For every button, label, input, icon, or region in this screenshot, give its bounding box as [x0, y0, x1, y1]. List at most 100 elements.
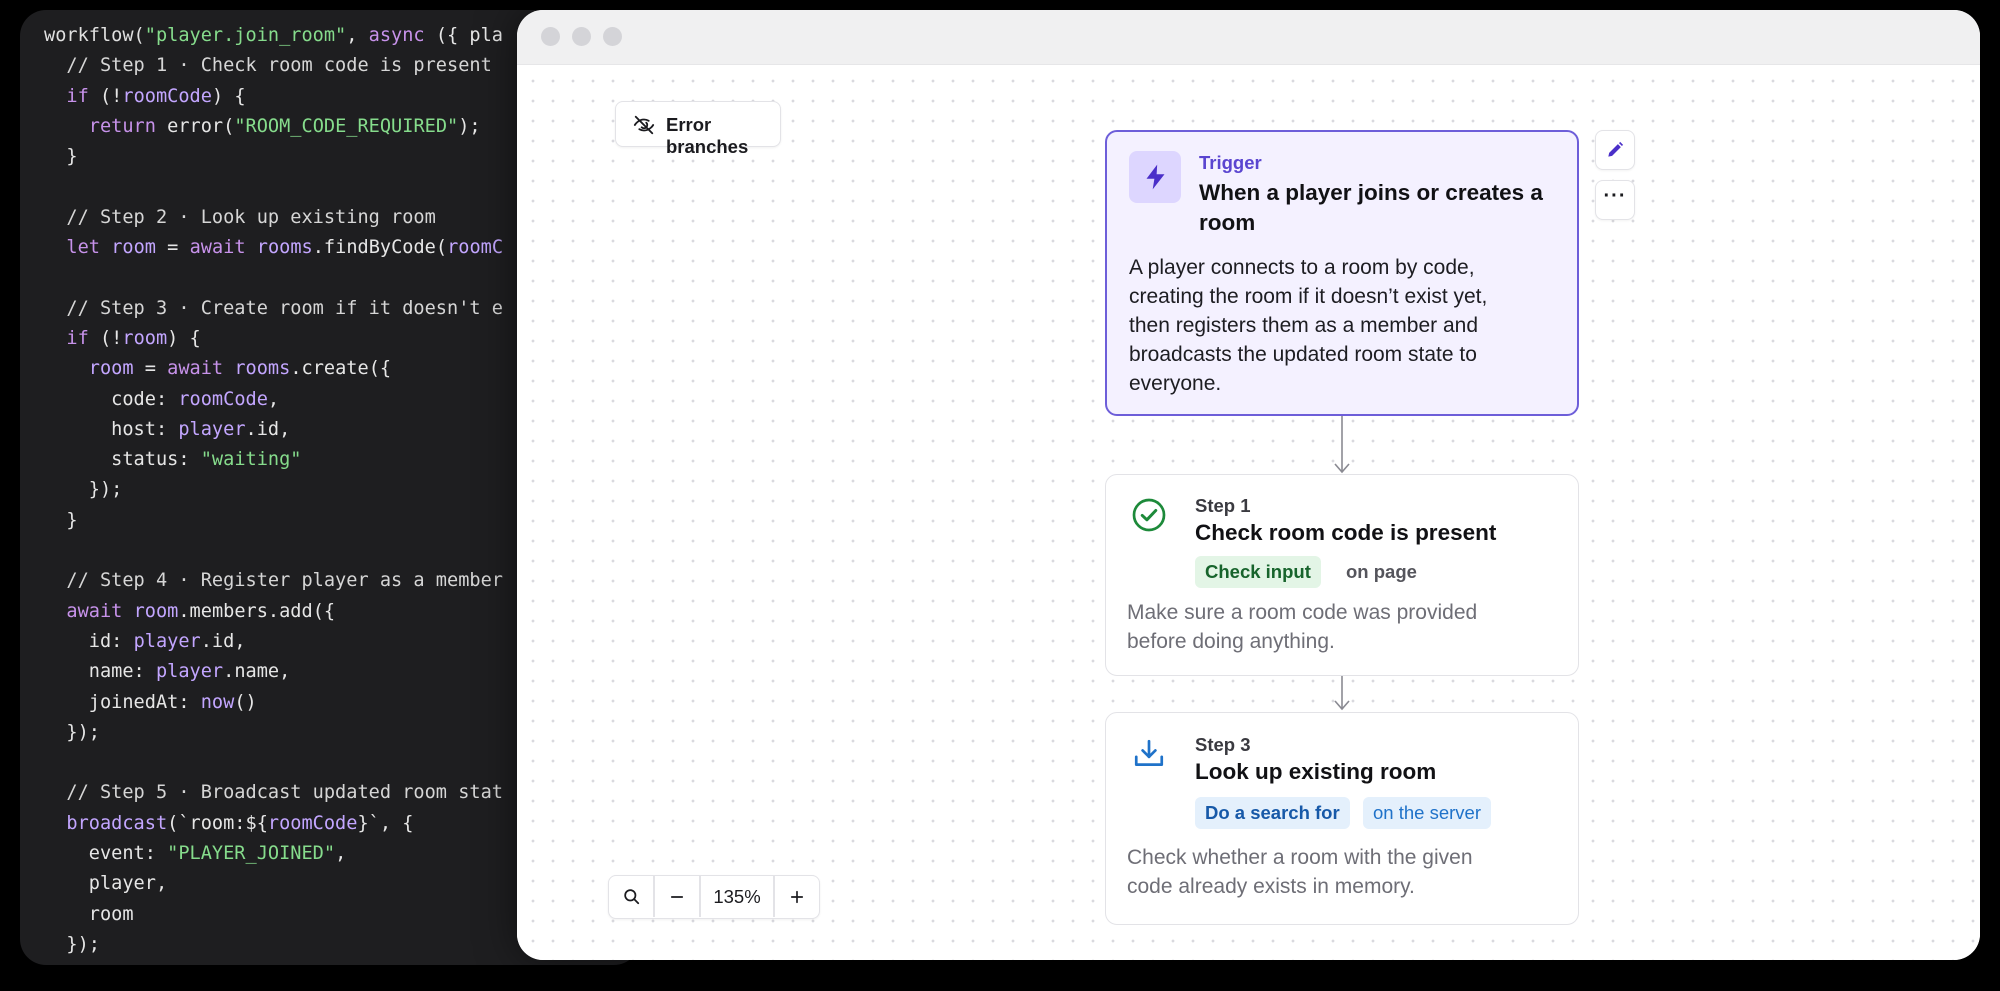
- code-line: if (!roomCode) {: [44, 82, 503, 112]
- code-token: player,: [44, 873, 168, 895]
- code-token: player: [155, 661, 224, 683]
- more-options-button[interactable]: ···: [1595, 180, 1635, 220]
- code-block[interactable]: workflow("player.join_room", async ({ pl…: [44, 21, 503, 960]
- code-token: room: [133, 600, 179, 622]
- code-token: );: [458, 115, 481, 137]
- code-token: (!: [88, 85, 123, 107]
- zoom-level[interactable]: 135%: [701, 876, 773, 917]
- code-token: host:: [44, 418, 179, 440]
- code-line: name: player.name,: [44, 657, 503, 687]
- more-options-icon: ···: [1603, 184, 1627, 207]
- code-line: if (!room) {: [44, 324, 503, 354]
- connector-arrow: [1334, 676, 1350, 711]
- step-1-kicker: Step 1: [1195, 495, 1251, 516]
- code-token: player: [133, 630, 201, 652]
- step-3-title: Look up existing room: [1195, 759, 1437, 784]
- code-line: }: [44, 142, 503, 172]
- trigger-icon-box: [1129, 151, 1181, 203]
- step-1-card[interactable]: Step 1 Check room code is present Check …: [1105, 474, 1579, 676]
- zoom-search-button[interactable]: [609, 876, 653, 917]
- workflow-canvas[interactable]: Error branches Trigger When a player joi…: [517, 65, 1980, 960]
- window-close-dot[interactable]: [541, 27, 560, 46]
- code-token: // Step 5 · Broadcast updated room stat: [44, 782, 503, 804]
- code-line: return error("ROOM_CODE_REQUIRED");: [44, 112, 503, 142]
- code-line: id: player.id,: [44, 627, 503, 657]
- zoom-controls: 135%: [608, 875, 820, 919]
- step-1-chip-check-input[interactable]: Check input: [1195, 556, 1321, 588]
- trigger-kicker: Trigger: [1199, 152, 1262, 173]
- zoom-in-button[interactable]: [775, 876, 818, 917]
- connector-arrow: [1334, 416, 1350, 474]
- code-token: room: [122, 327, 168, 349]
- code-line: });: [44, 930, 503, 960]
- desc-line: then registers them as a member and: [1129, 314, 1479, 337]
- step-1-chip-on-page[interactable]: on page: [1336, 556, 1427, 588]
- desc-line: before doing anything.: [1127, 630, 1335, 653]
- window-titlebar: [517, 10, 1980, 65]
- trigger-card[interactable]: Trigger When a player joins or creates a…: [1105, 130, 1579, 416]
- code-token: ) {: [211, 85, 246, 107]
- workflow-window: Error branches Trigger When a player joi…: [517, 10, 1980, 960]
- code-token: now: [200, 691, 235, 713]
- code-token: status:: [44, 449, 201, 471]
- code-token: });: [44, 721, 100, 743]
- step-1-title: Check room code is present: [1195, 520, 1497, 545]
- code-token: "player.join_room": [144, 25, 347, 46]
- code-token: workflow(: [44, 25, 145, 46]
- code-token: .findByCode(: [312, 237, 448, 259]
- code-token: ,: [346, 25, 369, 46]
- step-3-chip-server[interactable]: on the server: [1363, 797, 1491, 829]
- desc-line: A player connects to a room by code,: [1129, 256, 1475, 279]
- code-token: // Step 1 · Check room code is present: [44, 55, 492, 77]
- code-token: "PLAYER_JOINED": [167, 843, 336, 865]
- trigger-title: When a player joins or creates a room: [1199, 178, 1543, 238]
- code-line: });: [44, 475, 503, 505]
- zoom-level-text: 135%: [713, 885, 761, 907]
- code-token: let: [66, 237, 100, 259]
- code-line: }: [44, 506, 503, 536]
- code-token: roomCode: [122, 85, 212, 107]
- error-branches-button[interactable]: Error branches: [615, 101, 781, 157]
- eye-off-icon: [633, 115, 655, 135]
- code-token: room: [44, 903, 134, 925]
- window-maximize-dot[interactable]: [603, 27, 622, 46]
- code-token: rooms: [234, 358, 291, 380]
- code-token: if: [66, 327, 89, 349]
- code-token: .id,: [200, 630, 246, 652]
- code-line: player,: [44, 869, 503, 899]
- code-token: room: [88, 358, 134, 380]
- zoom-out-button[interactable]: [655, 876, 699, 917]
- edit-trigger-button[interactable]: [1595, 130, 1635, 170]
- trigger-description: A player connects to a room by code, cre…: [1129, 253, 1487, 398]
- code-token: .members.add({: [178, 600, 336, 622]
- search-icon: [623, 889, 639, 905]
- code-token: "waiting": [200, 449, 302, 471]
- code-line: joinedAt: now(): [44, 688, 503, 718]
- desc-line: broadcasts the updated room state to: [1129, 343, 1477, 366]
- code-token: .create({: [290, 358, 392, 380]
- desc-line: Make sure a room code was provided: [1127, 601, 1478, 624]
- step-3-card[interactable]: Step 3 Look up existing room Do a search…: [1105, 712, 1579, 925]
- code-token: error(: [155, 115, 235, 137]
- step-3-kicker: Step 3: [1195, 734, 1251, 755]
- step-1-description: Make sure a room code was provided befor…: [1127, 598, 1477, 656]
- window-minimize-dot[interactable]: [572, 27, 591, 46]
- code-token: player: [178, 418, 246, 440]
- check-circle-icon: [1132, 498, 1166, 532]
- code-line: let room = await rooms.findByCode(roomC: [44, 233, 503, 263]
- plus-icon: [790, 890, 803, 903]
- pencil-icon: [1608, 141, 1624, 157]
- code-token: async: [368, 25, 425, 46]
- code-token: }: [44, 509, 78, 531]
- trigger-title-line: room: [1199, 210, 1256, 235]
- step-3-chip-search[interactable]: Do a search for: [1195, 797, 1350, 829]
